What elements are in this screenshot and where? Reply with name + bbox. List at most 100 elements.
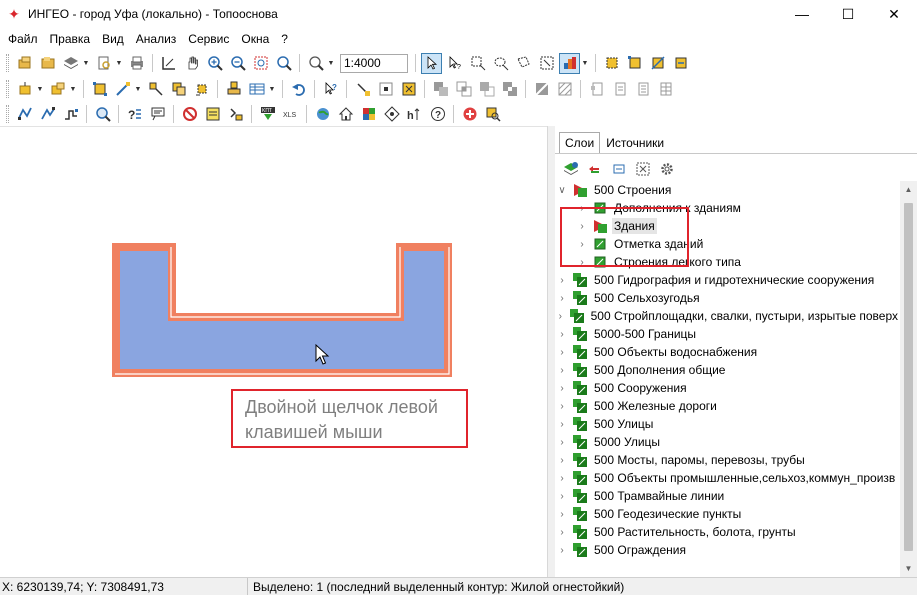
attach-doc-icon[interactable] — [586, 79, 607, 100]
expand-arrow-icon[interactable]: › — [555, 451, 569, 469]
undo-icon[interactable] — [288, 79, 309, 100]
expand-arrow-icon[interactable]: › — [555, 541, 569, 559]
open-map-icon[interactable] — [14, 53, 35, 74]
maximize-button[interactable]: ☐ — [825, 0, 871, 28]
collapse-arrow-icon[interactable]: ∨ — [555, 181, 569, 199]
kpt-download-icon[interactable]: KПТ — [257, 104, 278, 125]
globe-icon[interactable] — [312, 104, 333, 125]
tree-node-tram-lines[interactable]: › 500 Трамвайные линии — [555, 487, 900, 505]
menu-analysis[interactable]: Анализ — [130, 29, 183, 49]
zoom-previous-icon[interactable] — [273, 53, 294, 74]
doc-list-icon[interactable] — [632, 79, 653, 100]
flow-icon[interactable] — [14, 104, 35, 125]
note-icon[interactable] — [202, 104, 223, 125]
snap-vertex-icon[interactable] — [375, 79, 396, 100]
panel-splitter[interactable] — [547, 126, 555, 577]
menu-edit[interactable]: Правка — [44, 29, 97, 49]
expand-arrow-icon[interactable]: › — [555, 433, 569, 451]
layers-icon[interactable] — [60, 53, 81, 74]
zoom-window-icon[interactable] — [250, 53, 271, 74]
tab-sources[interactable]: Источники — [600, 132, 670, 154]
create-object-icon[interactable] — [14, 79, 35, 100]
tree-scrollbar[interactable]: ▲ ▼ — [900, 181, 917, 577]
expand-arrow-icon[interactable]: › — [555, 397, 569, 415]
preview-dropdown-icon[interactable]: ▼ — [115, 53, 123, 74]
xls-export-icon[interactable]: XLS — [280, 104, 301, 125]
tree-node-borders[interactable]: › 5000-500 Границы — [555, 325, 900, 343]
open-project-icon[interactable] — [37, 53, 58, 74]
tree-node-streets-500[interactable]: › 500 Улицы — [555, 415, 900, 433]
move-object-icon[interactable] — [145, 79, 166, 100]
map-drawing[interactable] — [0, 127, 547, 578]
tree-node-farmland[interactable]: › 500 Сельхозугодья — [555, 289, 900, 307]
merge-object-icon[interactable] — [670, 53, 691, 74]
query-icon[interactable]: ? — [124, 104, 145, 125]
zoom-extent-icon[interactable] — [158, 53, 179, 74]
exclude-icon[interactable] — [499, 79, 520, 100]
edit-object-icon[interactable] — [601, 53, 622, 74]
print-icon[interactable] — [126, 53, 147, 74]
tree-node-structures[interactable]: ∨ 500 Строения — [555, 181, 900, 199]
select-lasso-icon[interactable] — [490, 53, 511, 74]
pan-hand-icon[interactable] — [181, 53, 202, 74]
menu-windows[interactable]: Окна — [235, 29, 275, 49]
select-all-icon[interactable] — [536, 53, 557, 74]
tree-node-streets-5000[interactable]: › 5000 Улицы — [555, 433, 900, 451]
select-arrow-icon[interactable] — [421, 52, 442, 74]
expand-arrow-icon[interactable]: › — [555, 325, 569, 343]
tree-node-water-supply[interactable]: › 500 Объекты водоснабжения — [555, 343, 900, 361]
route-icon[interactable] — [60, 104, 81, 125]
zoom-in-icon[interactable] — [204, 53, 225, 74]
snap-edge-icon[interactable] — [398, 79, 419, 100]
snap-icon[interactable] — [352, 79, 373, 100]
minimize-button[interactable]: — — [779, 0, 825, 28]
subtract-icon[interactable] — [476, 79, 497, 100]
convert-icon[interactable] — [225, 104, 246, 125]
print-preview-icon[interactable] — [93, 53, 114, 74]
search-icon[interactable] — [92, 104, 113, 125]
menu-service[interactable]: Сервис — [182, 29, 235, 49]
scroll-down-icon[interactable]: ▼ — [900, 560, 917, 577]
expand-arrow-icon[interactable]: › — [555, 415, 569, 433]
add-point-icon[interactable] — [223, 79, 244, 100]
scale-dropdown-icon[interactable]: ▼ — [327, 53, 335, 74]
toolbar-grip[interactable] — [6, 54, 9, 72]
help-icon[interactable]: ? — [427, 104, 448, 125]
layers-color-icon[interactable] — [358, 104, 379, 125]
tree-node-fences[interactable]: › 500 Ограждения — [555, 541, 900, 559]
select-query-icon[interactable]: ? — [444, 53, 465, 74]
help-pointer-icon[interactable]: ? — [320, 79, 341, 100]
expand-arrow-icon[interactable]: › — [555, 523, 569, 541]
style-icon[interactable] — [559, 52, 580, 74]
forbid-icon[interactable] — [179, 104, 200, 125]
close-button[interactable]: ✕ — [871, 0, 917, 28]
add-contour-icon[interactable] — [89, 79, 110, 100]
fit-layer-icon[interactable] — [632, 159, 654, 180]
expand-arrow-icon[interactable]: › — [555, 343, 569, 361]
table-icon[interactable] — [246, 79, 267, 100]
scale-input[interactable]: 1:4000 — [340, 53, 408, 73]
tree-node-general-additions[interactable]: › 500 Дополнения общие — [555, 361, 900, 379]
layers-dropdown-icon[interactable]: ▼ — [82, 53, 90, 74]
move-layer-icon[interactable] — [584, 159, 606, 180]
create-dropdown-icon[interactable]: ▼ — [36, 79, 44, 100]
scroll-up-icon[interactable]: ▲ — [900, 181, 917, 198]
expand-arrow-icon[interactable]: › — [555, 271, 569, 289]
draw-dropdown-icon[interactable]: ▼ — [134, 79, 142, 100]
style-fill-icon[interactable] — [531, 79, 552, 100]
table-dropdown-icon[interactable]: ▼ — [268, 79, 276, 100]
collapse-tree-icon[interactable] — [608, 159, 630, 180]
hatch-icon[interactable] — [554, 79, 575, 100]
copy-object-icon[interactable] — [168, 79, 189, 100]
network-icon[interactable] — [37, 104, 58, 125]
expand-arrow-icon[interactable]: › — [555, 487, 569, 505]
tree-node-facilities[interactable]: › 500 Сооружения — [555, 379, 900, 397]
select-rect-icon[interactable] — [467, 53, 488, 74]
height-icon[interactable]: h — [404, 104, 425, 125]
expand-arrow-icon[interactable]: › — [555, 289, 569, 307]
tree-node-bridges[interactable]: › 500 Мосты, паромы, перевозы, трубы — [555, 451, 900, 469]
toolbar-grip[interactable] — [6, 105, 9, 123]
union-icon[interactable] — [430, 79, 451, 100]
scale-icon[interactable] — [305, 53, 326, 74]
zoom-out-icon[interactable] — [227, 53, 248, 74]
